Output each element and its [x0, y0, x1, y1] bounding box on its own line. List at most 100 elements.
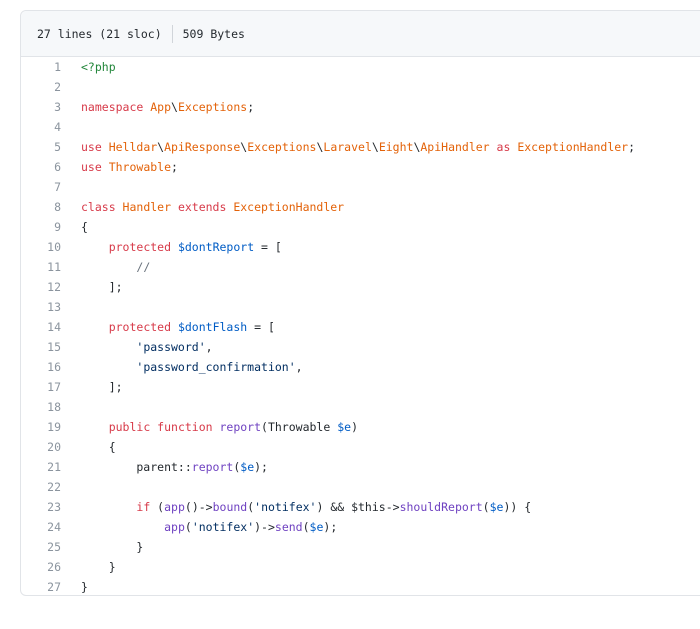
line-number[interactable]: 22 [21, 480, 61, 494]
line-number[interactable]: 18 [21, 400, 61, 414]
code-token: namespace [81, 100, 151, 114]
code-token: use [81, 160, 109, 174]
code-token: app [164, 520, 185, 534]
line-number[interactable]: 11 [21, 260, 61, 274]
code-line: 16 'password_confirmation', [21, 357, 700, 377]
line-number[interactable]: 21 [21, 460, 61, 474]
code-token: App [150, 100, 172, 114]
code-token: ApiResponse [164, 140, 241, 154]
line-number[interactable]: 15 [21, 340, 61, 354]
code-token: $e [489, 500, 504, 514]
line-number[interactable]: 2 [21, 80, 61, 94]
code-token: $e [337, 420, 352, 434]
lines-info: 27 lines (21 sloc) [37, 26, 162, 41]
code-token: { [81, 440, 116, 454]
header-divider [171, 24, 173, 43]
code-token: extends [171, 200, 234, 214]
line-number[interactable]: 27 [21, 580, 61, 594]
line-number[interactable]: 12 [21, 280, 61, 294]
code-token: , [295, 360, 303, 374]
code-line: 23 if (app()->bound('notifex') && $this-… [21, 497, 700, 517]
code-line: 19 public function report(Throwable $e) [21, 417, 700, 437]
line-number[interactable]: 10 [21, 240, 61, 254]
line-number[interactable]: 17 [21, 380, 61, 394]
line-number[interactable]: 26 [21, 560, 61, 574]
line-number[interactable]: 19 [21, 420, 61, 434]
line-number[interactable]: 4 [21, 120, 61, 134]
line-number[interactable]: 24 [21, 520, 61, 534]
code-token: Eight [378, 140, 414, 154]
code-token: protected [108, 240, 178, 254]
code-token: \ [371, 140, 379, 154]
line-number[interactable]: 9 [21, 220, 61, 234]
line-code: { [81, 220, 88, 234]
line-code: } [81, 540, 143, 554]
code-line: 10 protected $dontReport = [ [21, 237, 700, 257]
code-token: 'password_confirmation' [136, 360, 296, 374]
line-number[interactable]: 1 [21, 60, 61, 74]
code-token: $e [309, 520, 324, 534]
code-token: function [157, 420, 220, 434]
line-code: app('notifex')->send($e); [81, 520, 337, 534]
code-token: \ [171, 100, 178, 114]
code-token: )) { [503, 500, 532, 514]
line-code: namespace App\Exceptions; [81, 100, 254, 114]
code-token: ; [247, 100, 255, 114]
code-token: Helldar [108, 140, 158, 154]
code-line: 26 } [21, 557, 700, 577]
code-token: as [489, 140, 518, 154]
code-token: 'notifex' [191, 520, 255, 534]
line-code: } [81, 580, 88, 594]
code-token: (Throwable [261, 420, 338, 434]
line-number[interactable]: 20 [21, 440, 61, 454]
file-size: 509 Bytes [182, 26, 245, 41]
line-number[interactable]: 16 [21, 360, 61, 374]
code-token: = [ [254, 240, 282, 254]
code-token: shouldReport [399, 500, 483, 514]
code-token: ); [254, 460, 268, 474]
code-token: parent:: [81, 460, 192, 474]
code-line: 12 ]; [21, 277, 700, 297]
line-code: <?php [81, 60, 116, 74]
line-code: // [81, 260, 150, 274]
code-table: 1 <?php 2 3 namespace App\Exceptions; 4 5 use H… [21, 57, 700, 597]
code-token: Laravel [323, 140, 372, 154]
line-code: ]; [81, 280, 123, 294]
code-token: { [81, 220, 88, 234]
code-token: ]; [81, 280, 123, 294]
line-number[interactable]: 8 [21, 200, 61, 214]
line-number[interactable]: 3 [21, 100, 61, 114]
line-number[interactable]: 14 [21, 320, 61, 334]
line-code: 'password', [81, 340, 212, 354]
line-number[interactable]: 25 [21, 540, 61, 554]
code-token: bound [212, 500, 248, 514]
code-line: 14 protected $dontFlash = [ [21, 317, 700, 337]
code-line: 22 [21, 477, 700, 497]
code-token: $e [240, 460, 255, 474]
code-line: 9{ [21, 217, 700, 237]
code-token: // [136, 260, 151, 274]
code-line: 27} [21, 577, 700, 597]
line-number[interactable]: 6 [21, 160, 61, 174]
line-code: if (app()->bound('notifex') && $this->sh… [81, 500, 531, 514]
code-token: ExceptionHandler [233, 200, 345, 214]
code-token: Handler [122, 200, 172, 214]
code-token: ; [171, 160, 178, 174]
code-line: 1 <?php [21, 57, 700, 77]
code-token: Exceptions [247, 140, 317, 154]
code-line: 8 class Handler extends ExceptionHandler [21, 197, 700, 217]
code-token: ( [184, 520, 192, 534]
code-token: = [ [247, 320, 275, 334]
code-token: report [191, 460, 234, 474]
line-number[interactable]: 5 [21, 140, 61, 154]
line-number[interactable]: 13 [21, 300, 61, 314]
code-token: ()-> [184, 500, 213, 514]
line-number[interactable]: 7 [21, 180, 61, 194]
line-number[interactable]: 23 [21, 500, 61, 514]
